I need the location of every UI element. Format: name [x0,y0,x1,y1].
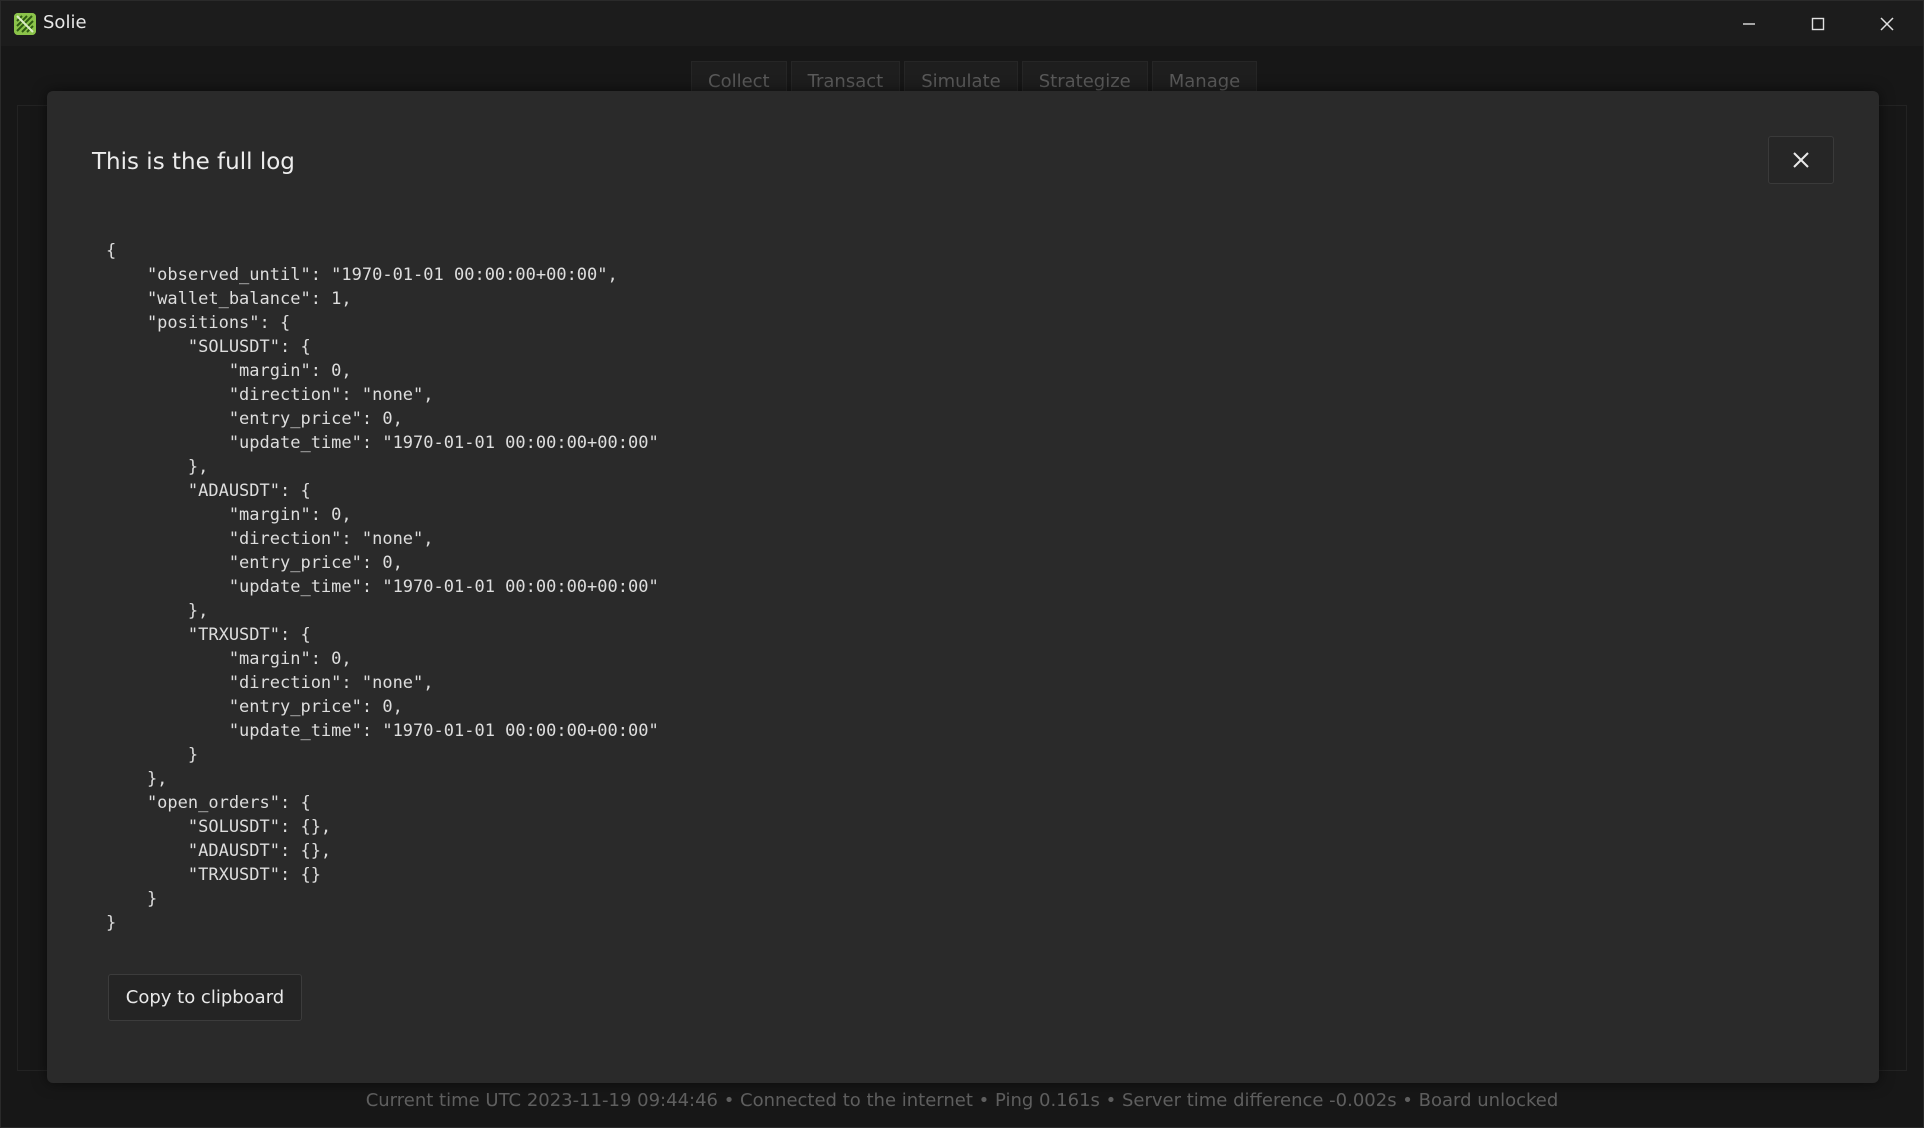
maximize-icon [1811,17,1825,30]
window-title: Solie [43,12,87,33]
window-close-button[interactable] [1853,1,1921,46]
dialog-title: This is the full log [92,149,295,175]
dialog-close-button[interactable] [1768,136,1834,184]
solie-app-icon [14,13,36,35]
title-bar[interactable]: Solie [1,1,1923,46]
full-log-dialog: This is the full log { "observed_until":… [47,91,1879,1083]
close-icon [1880,16,1894,31]
copy-to-clipboard-button[interactable]: Copy to clipboard [108,974,302,1021]
log-content: { "observed_until": "1970-01-01 00:00:00… [106,241,659,933]
minimize-icon [1743,22,1755,25]
status-bar: Current time UTC 2023-11-19 09:44:46 • C… [365,1090,1559,1111]
app-window: Solie Collect Transact Simulate Strategi… [0,0,1924,1128]
maximize-button[interactable] [1784,1,1852,46]
close-icon [1793,152,1809,168]
minimize-button[interactable] [1715,1,1783,46]
